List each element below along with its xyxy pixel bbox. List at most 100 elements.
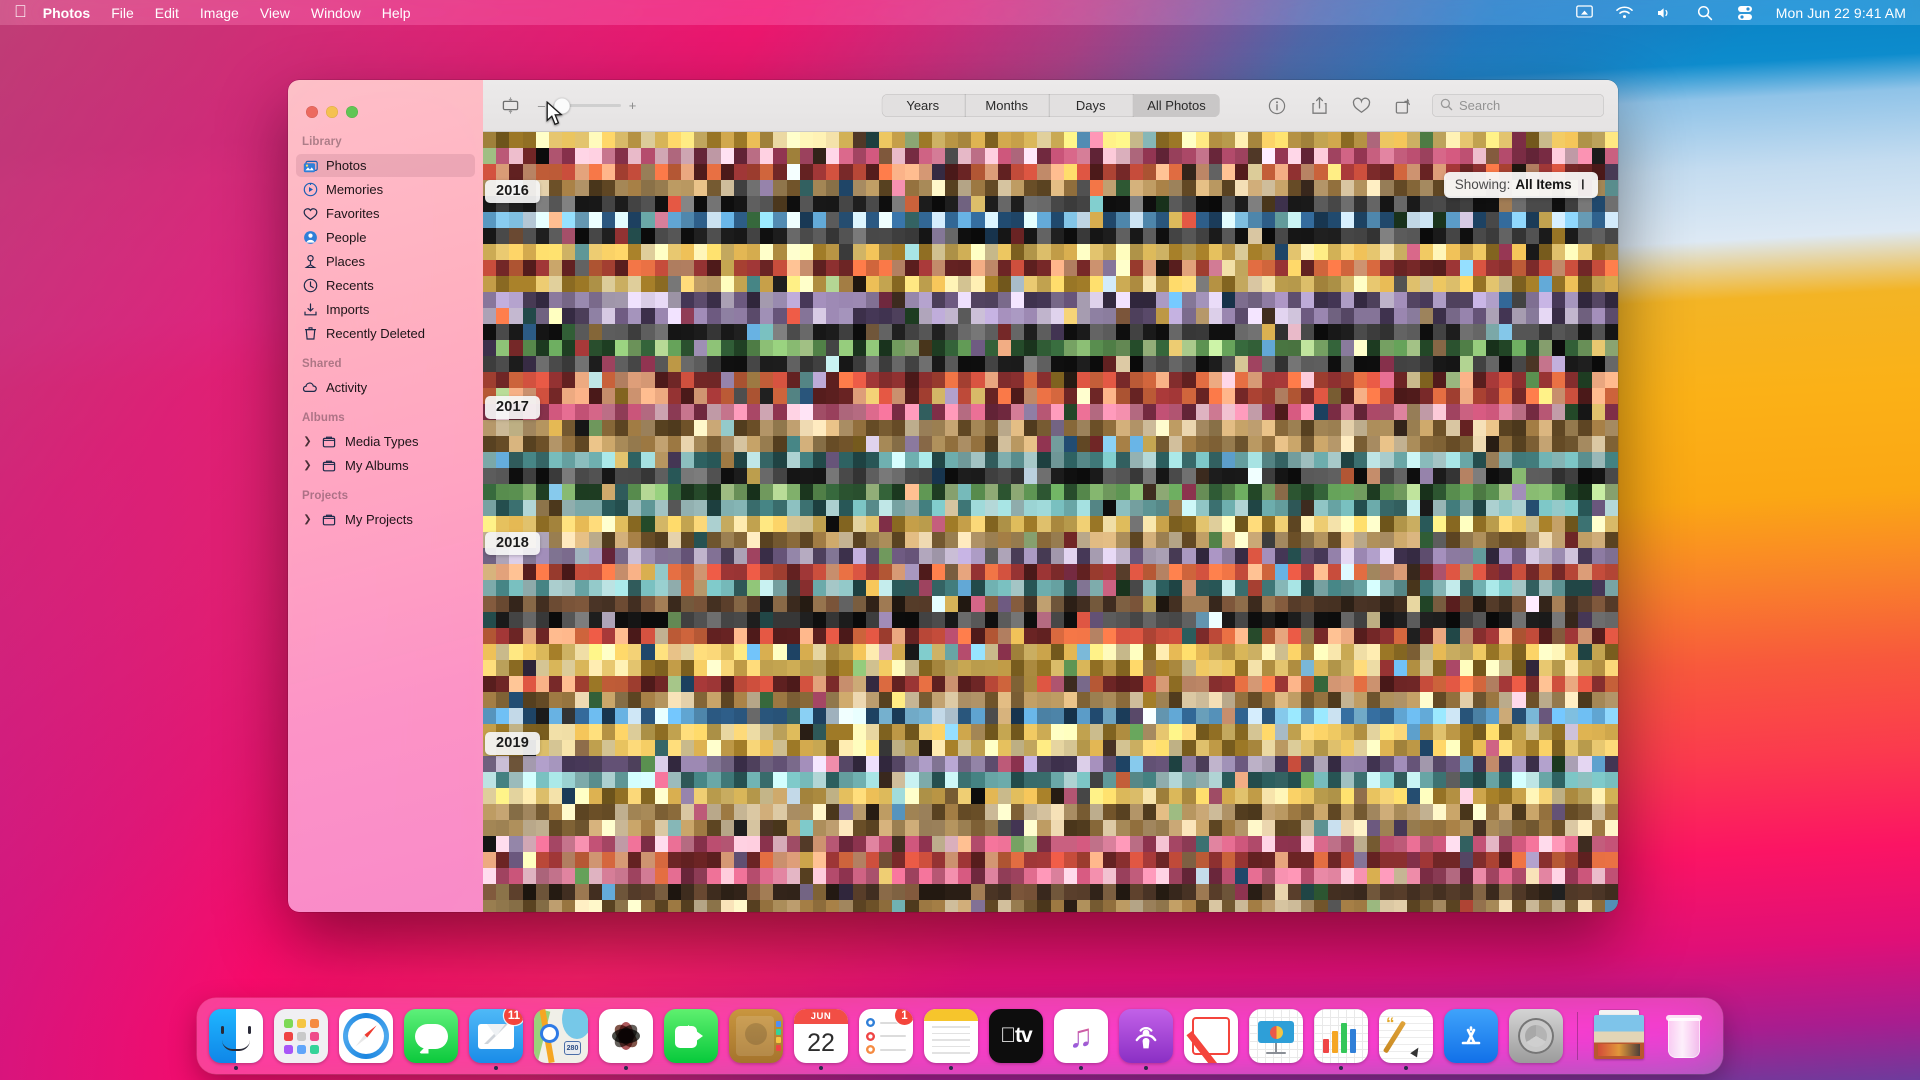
contacts-icon [729,1009,783,1063]
tab-months[interactable]: Months [965,94,1050,117]
dock-item-trash[interactable] [1653,1001,1715,1071]
minimize-button[interactable] [326,105,338,118]
control-center-icon[interactable] [1736,4,1754,22]
showing-filter-button[interactable]: Showing: All Items ❙ [1443,172,1598,198]
mail-icon: 11 [469,1009,523,1063]
sidebar-item-favorites[interactable]: Favorites [296,202,475,225]
apple-menu-icon[interactable]:  [14,3,27,22]
menu-view[interactable]: View [260,5,290,21]
chevron-right-icon[interactable]: ❯ [302,514,313,525]
dock-item-reminders[interactable]: 1 [855,1001,917,1071]
folder-icon [321,458,337,474]
sidebar-group-library-title: Library [302,136,342,148]
view-mode-segmented-control: Years Months Days All Photos [881,94,1220,117]
chevron-down-icon[interactable]: ❙ [1579,179,1587,190]
menu-file[interactable]: File [111,5,134,21]
folder-icon [321,512,337,528]
dock-item-news[interactable] [1180,1001,1242,1071]
menubar-clock[interactable]: Mon Jun 22 9:41 AM [1776,5,1906,21]
sidebar-item-label: My Projects [345,512,413,527]
info-icon[interactable] [1264,95,1290,117]
menu-edit[interactable]: Edit [155,5,179,21]
tab-all-photos[interactable]: All Photos [1133,94,1220,117]
calendar-day: 22 [807,1028,835,1057]
dock-item-contacts[interactable] [725,1001,787,1071]
sidebar-item-places[interactable]: Places [296,250,475,273]
photos-icon [302,158,318,174]
dock-item-music[interactable]: ♫ [1050,1001,1112,1071]
menu-photos[interactable]: Photos [43,5,90,21]
dock-item-pages[interactable]: “ [1375,1001,1437,1071]
volume-icon[interactable] [1656,4,1674,22]
rotate-icon[interactable] [1390,95,1416,117]
dock-item-maps[interactable]: 280 [530,1001,592,1071]
launchpad-icon [274,1009,328,1063]
sidebar-item-recents[interactable]: Recents [296,274,475,297]
tab-days[interactable]: Days [1049,94,1134,117]
favorite-heart-icon[interactable] [1348,95,1374,117]
dock-item-facetime[interactable] [660,1001,722,1071]
menu-help[interactable]: Help [382,5,411,21]
dock-item-calendar[interactable]: JUN 22 [790,1001,852,1071]
dock-item-downloads[interactable] [1588,1001,1650,1071]
zoom-out-label[interactable]: – [537,98,546,113]
sidebar-item-memories[interactable]: Memories [296,178,475,201]
dock-item-appstore[interactable] [1440,1001,1502,1071]
tab-years[interactable]: Years [881,94,966,117]
wifi-icon[interactable] [1616,4,1634,22]
dock-item-launchpad[interactable] [270,1001,332,1071]
menu-image[interactable]: Image [200,5,239,21]
sidebar-item-activity[interactable]: Activity [296,376,475,399]
running-indicator [1339,1066,1343,1070]
calendar-month: JUN [794,1009,848,1024]
maximize-button[interactable] [346,105,358,118]
share-icon[interactable] [1306,95,1332,117]
dock-item-photos[interactable] [595,1001,657,1071]
sidebar-group-albums-title: Albums [302,412,345,424]
dock-item-podcasts[interactable] [1115,1001,1177,1071]
running-indicator [1404,1066,1408,1070]
memories-icon [302,182,318,198]
dock-item-safari[interactable] [335,1001,397,1071]
trash-can-icon [1657,1009,1711,1063]
photo-thumbnail-grid[interactable] [483,132,1618,912]
sidebar-item-label: My Albums [345,458,409,473]
screen-mirroring-icon[interactable] [1576,4,1594,22]
calendar-icon: JUN 22 [794,1009,848,1063]
sidebar-item-media-types[interactable]: ❯ Media Types [296,430,475,453]
window-controls [288,86,483,124]
dock-item-mail[interactable]: 11 [465,1001,527,1071]
sidebar-item-photos[interactable]: Photos [296,154,475,177]
dock-item-notes[interactable] [920,1001,982,1071]
showing-filter-value: All Items [1515,177,1572,192]
sidebar-group-shared-title: Shared [302,358,342,370]
pages-icon: “ [1379,1009,1433,1063]
zoom-slider-track[interactable] [553,97,621,114]
dock-item-keynote[interactable] [1245,1001,1307,1071]
chevron-right-icon[interactable]: ❯ [302,436,313,447]
sidebar-item-label: Places [326,254,366,269]
sidebar-group-projects-title: Projects [302,490,349,502]
menu-window[interactable]: Window [311,5,361,21]
zoom-in-label[interactable]: + [628,98,637,113]
photo-grid[interactable]: 2016 2017 2018 2019 2020 Showing: All It… [483,132,1618,912]
dock-item-finder[interactable] [205,1001,267,1071]
sidebar-item-imports[interactable]: Imports [296,298,475,321]
close-button[interactable] [306,105,318,118]
dock-item-numbers[interactable] [1310,1001,1372,1071]
person-icon [302,230,318,246]
sidebar-item-my-projects[interactable]: ❯ My Projects [296,508,475,531]
dock-item-messages[interactable] [400,1001,462,1071]
dock-item-system-preferences[interactable] [1505,1001,1567,1071]
sidebar-toggle-icon[interactable] [497,95,523,117]
search-input[interactable]: Search [1432,94,1604,117]
chevron-right-icon[interactable]: ❯ [302,460,313,471]
sidebar-item-recently-deleted[interactable]: Recently Deleted [296,322,475,345]
dock-separator [1577,1012,1578,1060]
sidebar-item-people[interactable]: People [296,226,475,249]
sidebar-item-my-albums[interactable]: ❯ My Albums [296,454,475,477]
trash-icon [302,326,318,342]
spotlight-search-icon[interactable] [1696,4,1714,22]
system-preferences-icon [1509,1009,1563,1063]
dock-item-tv[interactable]: tv [985,1001,1047,1071]
